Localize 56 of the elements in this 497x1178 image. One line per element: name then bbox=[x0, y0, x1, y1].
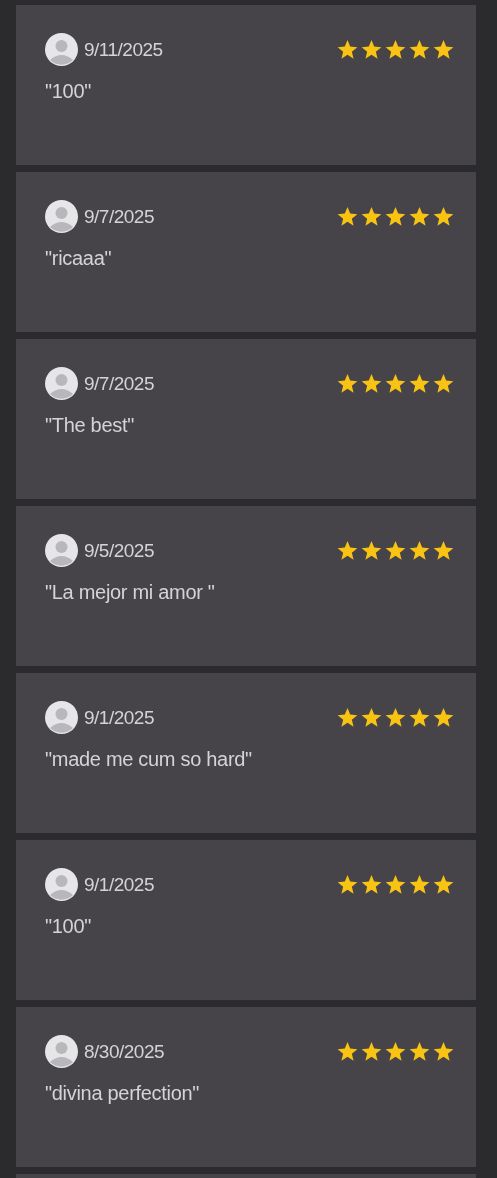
star-icon bbox=[433, 1041, 454, 1062]
star-icon bbox=[385, 373, 406, 394]
star-icon bbox=[337, 1041, 358, 1062]
avatar-icon bbox=[45, 1035, 78, 1068]
star-icon bbox=[433, 540, 454, 561]
star-icon bbox=[361, 373, 382, 394]
review-date: 9/1/2025 bbox=[84, 706, 154, 729]
review-text: "The best" bbox=[45, 414, 136, 437]
review-date: 9/11/2025 bbox=[84, 38, 163, 61]
star-icon bbox=[337, 874, 358, 895]
avatar-icon bbox=[45, 534, 78, 567]
star-icon bbox=[409, 1041, 430, 1062]
star-icon bbox=[337, 39, 358, 60]
star-icon bbox=[361, 707, 382, 728]
star-icon bbox=[337, 540, 358, 561]
star-icon bbox=[433, 206, 454, 227]
review-text: "made me cum so hard" bbox=[45, 748, 253, 771]
review-text: "divina perfection" bbox=[45, 1082, 201, 1105]
star-icon bbox=[385, 540, 406, 561]
star-icon bbox=[409, 874, 430, 895]
star-icon bbox=[433, 373, 454, 394]
star-icon bbox=[361, 1041, 382, 1062]
star-icon bbox=[385, 1041, 406, 1062]
star-icon bbox=[361, 874, 382, 895]
avatar-icon bbox=[45, 200, 78, 233]
review-date: 9/7/2025 bbox=[84, 205, 154, 228]
star-icon bbox=[361, 39, 382, 60]
star-icon bbox=[433, 707, 454, 728]
avatar-icon bbox=[45, 701, 78, 734]
star-icon bbox=[361, 540, 382, 561]
star-icon bbox=[337, 206, 358, 227]
review-date: 8/30/2025 bbox=[84, 1040, 165, 1063]
star-icon bbox=[385, 206, 406, 227]
review-date: 9/7/2025 bbox=[84, 372, 154, 395]
star-icon bbox=[409, 39, 430, 60]
review-date: 9/1/2025 bbox=[84, 873, 154, 896]
star-icon bbox=[433, 39, 454, 60]
star-icon bbox=[409, 540, 430, 561]
star-icon bbox=[337, 373, 358, 394]
avatar-icon bbox=[45, 868, 78, 901]
star-icon bbox=[433, 874, 454, 895]
star-icon bbox=[409, 373, 430, 394]
star-icon bbox=[337, 707, 358, 728]
star-icon bbox=[385, 874, 406, 895]
star-icon bbox=[409, 707, 430, 728]
star-icon bbox=[361, 206, 382, 227]
review-text: "100" bbox=[45, 80, 93, 103]
avatar-icon bbox=[45, 33, 78, 66]
avatar-icon bbox=[45, 367, 78, 400]
review-text: "La mejor mi amor " bbox=[45, 581, 216, 604]
star-icon bbox=[409, 206, 430, 227]
star-icon bbox=[385, 707, 406, 728]
review-date: 9/5/2025 bbox=[84, 539, 154, 562]
review-text: "100" bbox=[45, 915, 93, 938]
review-text: "ricaaa" bbox=[45, 247, 113, 270]
star-icon bbox=[385, 39, 406, 60]
